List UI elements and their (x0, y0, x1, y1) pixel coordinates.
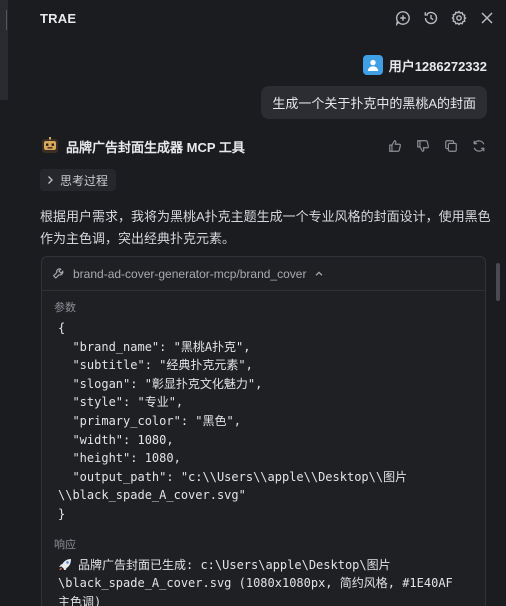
chevron-right-icon (48, 176, 53, 184)
history-icon[interactable] (422, 9, 440, 27)
user-icon (367, 59, 378, 71)
app-title: TRAE (40, 10, 77, 26)
panel-header: TRAE (40, 8, 496, 28)
header-actions (394, 9, 496, 27)
agent-header: 品牌广告封面生成器 MCP 工具 (40, 136, 488, 156)
thinking-toggle[interactable]: 思考过程 (40, 169, 117, 191)
message-actions (386, 137, 488, 155)
response-line-3: 主色调) (58, 594, 102, 606)
add-chat-icon[interactable] (394, 9, 412, 27)
agent-message: 根据用户需求，我将为黑桃A扑克主题生成一个专业风格的封面设计，使用黑色作为主色调… (40, 209, 491, 246)
tool-call-header[interactable]: brand-ad-cover-generator-mcp/brand_cover (42, 257, 485, 291)
regenerate-icon[interactable] (470, 137, 488, 155)
thumbs-down-icon[interactable] (414, 137, 432, 155)
tool-call-card: brand-ad-cover-generator-mcp/brand_cover… (41, 256, 486, 606)
thinking-label: 思考过程 (60, 173, 109, 188)
response-label: 响应 (54, 538, 76, 551)
response-line-1: 品牌广告封面已生成: c:\Users\apple\Desktop\图片 (78, 557, 391, 572)
params-code: { "brand_name": "黑桃A扑克", "subtitle": "经典… (58, 321, 408, 521)
user-avatar (362, 55, 383, 75)
response-text: 品牌广告封面已生成: c:\Users\apple\Desktop\图片 \bl… (42, 556, 485, 606)
thumbs-up-icon[interactable] (386, 137, 404, 155)
editor-edge-tick (6, 10, 7, 30)
rocket-icon (59, 558, 71, 570)
wrench-icon (52, 268, 64, 279)
user-message: 生成一个关于扑克中的黑桃A的封面 (261, 86, 487, 119)
close-icon[interactable] (478, 9, 496, 27)
chevron-up-icon[interactable] (314, 269, 324, 279)
user-name: 用户1286272332 (388, 58, 487, 74)
settings-icon[interactable] (450, 9, 468, 27)
agent-name: 品牌广告封面生成器 MCP 工具 (66, 139, 245, 155)
agent-logo-icon (42, 137, 58, 153)
response-line: 品牌广告封面已生成: c:\Users\apple\Desktop\图片 (58, 556, 473, 575)
user-header: 用户1286272332 (362, 55, 487, 75)
params-label: 参数 (54, 302, 76, 314)
tool-name: brand-ad-cover-generator-mcp/brand_cover (73, 266, 307, 281)
chat-panel: TRAE 用户1286272332 生成一个关于扑克中的黑桃A的封面 品牌广告封… (28, 0, 506, 606)
editor-edge (0, 0, 8, 100)
response-line-2: \black_spade_A_cover.svg (1080x1080px, 简… (58, 576, 453, 591)
copy-icon[interactable] (442, 137, 460, 155)
scrollbar-thumb[interactable] (496, 263, 500, 301)
